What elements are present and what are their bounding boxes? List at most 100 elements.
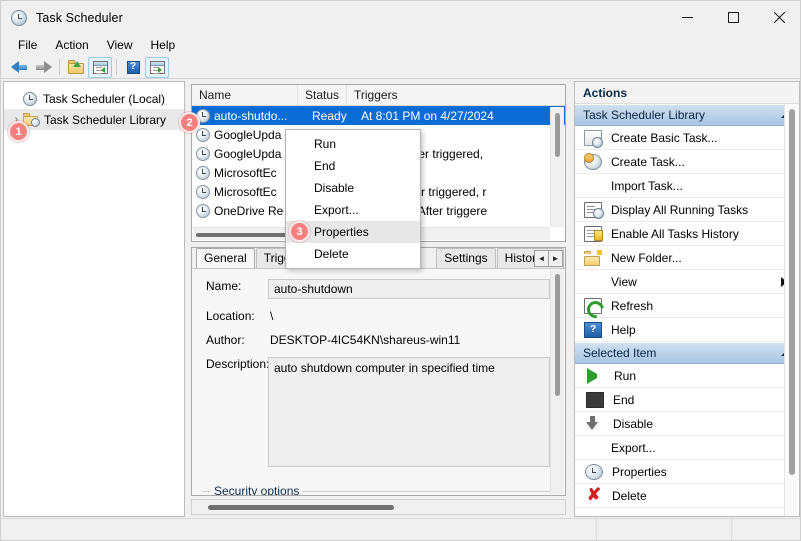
action-export[interactable]: Export...: [575, 436, 799, 460]
tab-scroll-right-button[interactable]: ►: [548, 250, 563, 267]
action-create-task[interactable]: Create Task...: [575, 150, 799, 174]
scrollbar-thumb[interactable]: [555, 113, 560, 157]
task-list-header: Name Status Triggers: [192, 85, 565, 106]
task-context-menu: Run End Disable Export... Properties Del…: [285, 129, 421, 269]
context-menu-run[interactable]: Run: [286, 133, 420, 155]
maximize-button[interactable]: [710, 1, 756, 34]
tree-item-task-scheduler-library[interactable]: › Task Scheduler Library: [4, 109, 184, 130]
center-pane-horizontal-scrollbar[interactable]: [191, 499, 566, 515]
action-refresh[interactable]: Refresh: [575, 294, 799, 318]
actions-section-selected-item[interactable]: Selected Item: [575, 342, 799, 364]
create-basic-task-icon: [584, 129, 603, 148]
action-label: End: [613, 392, 635, 407]
step-badge-3: 3: [289, 221, 310, 242]
tab-scroll-buttons: ◄ ►: [534, 250, 563, 267]
action-label: Enable All Tasks History: [611, 226, 739, 241]
scrollbar-thumb[interactable]: [789, 109, 795, 475]
action-label: Run: [614, 368, 637, 383]
actions-pane-scrollbar[interactable]: [784, 104, 799, 516]
action-label: View: [611, 274, 637, 289]
scrollbar-thumb[interactable]: [208, 505, 394, 510]
disable-icon: [586, 415, 604, 432]
field-location-row: Location: \: [192, 309, 565, 323]
column-header-name[interactable]: Name: [192, 85, 298, 105]
actions-section-label: Task Scheduler Library: [583, 108, 706, 122]
menu-help[interactable]: Help: [142, 36, 185, 54]
location-value: \: [270, 309, 274, 323]
close-button[interactable]: [756, 1, 800, 34]
action-label: Export...: [611, 440, 656, 455]
refresh-icon: [584, 297, 602, 314]
window-controls: [664, 1, 800, 34]
actions-section-task-scheduler-library[interactable]: Task Scheduler Library: [575, 104, 799, 126]
column-header-status[interactable]: Status: [298, 85, 347, 105]
table-row[interactable]: auto-shutdo... Ready At 8:01 PM on 4/27/…: [192, 106, 565, 125]
cell-triggers: At 8:01 PM on 4/27/2024: [361, 108, 494, 123]
task-clock-icon: [196, 165, 210, 180]
field-name-row: Name: auto-shutdown: [192, 279, 565, 299]
context-menu-end[interactable]: End: [286, 155, 420, 177]
field-author-row: Author: DESKTOP-4IC54KN\shareus-win11: [192, 333, 565, 347]
action-view[interactable]: View: [575, 270, 799, 294]
actions-section-label: Selected Item: [583, 346, 657, 360]
menu-action[interactable]: Action: [46, 36, 97, 54]
tab-settings[interactable]: Settings: [436, 248, 496, 268]
task-clock-icon: [196, 203, 210, 218]
action-new-folder[interactable]: New Folder...: [575, 246, 799, 270]
show-hide-action-pane-button[interactable]: [145, 56, 169, 78]
forward-button[interactable]: [31, 57, 55, 78]
column-header-triggers[interactable]: Triggers: [347, 85, 565, 105]
context-menu-delete[interactable]: Delete: [286, 243, 420, 265]
title-bar: Task Scheduler: [1, 1, 800, 34]
run-icon: [587, 368, 605, 384]
field-description-row: Description: auto shutdown computer in s…: [192, 357, 565, 467]
context-menu-export[interactable]: Export...: [286, 199, 420, 221]
cell-name: auto-shutdo...: [214, 108, 288, 123]
details-vertical-scrollbar[interactable]: [550, 270, 564, 494]
action-properties[interactable]: Properties: [575, 460, 799, 484]
end-icon: [586, 392, 604, 408]
scrollbar-thumb[interactable]: [555, 274, 560, 396]
action-label: Import Task...: [611, 178, 683, 193]
window-title: Task Scheduler: [36, 10, 123, 25]
up-one-level-button[interactable]: [64, 57, 88, 78]
tab-general[interactable]: General: [196, 248, 255, 268]
security-options-title: Security options: [210, 484, 304, 495]
create-task-icon: [584, 153, 602, 170]
menu-file[interactable]: File: [9, 36, 46, 54]
action-enable-all-tasks-history[interactable]: Enable All Tasks History: [575, 222, 799, 246]
toolbar-separator-1: [59, 59, 60, 75]
task-clock-icon: [196, 127, 210, 142]
clock-icon: [11, 9, 27, 26]
action-end[interactable]: End: [575, 388, 799, 412]
minimize-button[interactable]: [664, 1, 710, 34]
new-folder-icon: [584, 249, 602, 266]
action-disable[interactable]: Disable: [575, 412, 799, 436]
actions-pane: Actions Task Scheduler Library Create Ba…: [574, 81, 800, 517]
back-arrow-icon: [10, 60, 28, 74]
action-create-basic-task[interactable]: Create Basic Task...: [575, 126, 799, 150]
tree-item-task-scheduler-local[interactable]: Task Scheduler (Local): [4, 88, 184, 109]
console-tree-pane: Task Scheduler (Local) › Task Scheduler …: [3, 81, 185, 517]
action-run[interactable]: Run: [575, 364, 799, 388]
menu-view[interactable]: View: [98, 36, 142, 54]
action-import-task[interactable]: Import Task...: [575, 174, 799, 198]
back-button[interactable]: [7, 57, 31, 78]
clock-icon: [23, 91, 37, 106]
action-label: Create Basic Task...: [611, 130, 718, 145]
action-delete[interactable]: ✘ Delete: [575, 484, 799, 508]
action-label: Delete: [612, 488, 647, 503]
status-cell-3: [732, 519, 800, 540]
delete-icon: ✘: [586, 484, 602, 504]
field-label: Name:: [206, 279, 242, 293]
action-label: Refresh: [611, 298, 654, 313]
toolbar-separator-2: [116, 59, 117, 75]
action-help[interactable]: ? Help: [575, 318, 799, 342]
action-display-all-running-tasks[interactable]: Display All Running Tasks: [575, 198, 799, 222]
context-menu-disable[interactable]: Disable: [286, 177, 420, 199]
action-pane-icon: [149, 60, 165, 74]
tab-scroll-left-button[interactable]: ◄: [534, 250, 549, 267]
task-list-vertical-scrollbar[interactable]: [550, 107, 564, 227]
help-button[interactable]: ?: [121, 57, 145, 78]
show-hide-console-tree-button[interactable]: [88, 56, 112, 78]
